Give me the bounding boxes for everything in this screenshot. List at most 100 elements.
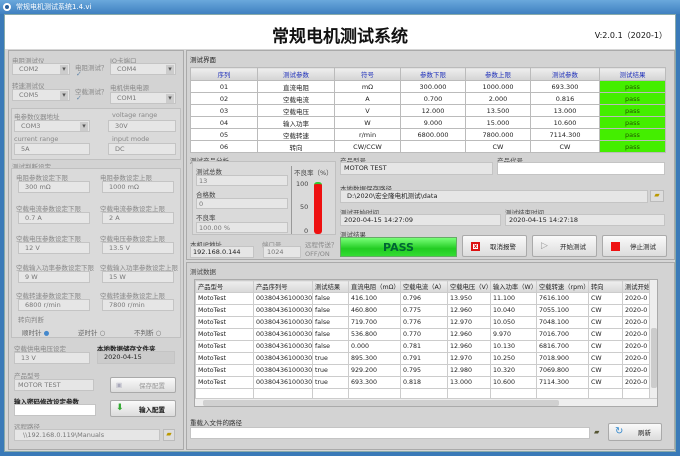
column-header[interactable]: 直流电阻（mΩ） bbox=[348, 280, 401, 293]
table-cell: pass bbox=[599, 140, 666, 153]
window-title: 常规电机测试系统1.4.vi bbox=[16, 3, 92, 11]
noload-test-checkbox[interactable]: ✓ bbox=[76, 94, 82, 102]
radio-cw[interactable]: 顺时针 ● bbox=[22, 327, 49, 337]
table-row[interactable]: MotoTest 003804361000306 false 536.800 0.770… bbox=[195, 328, 657, 341]
resist-test-checkbox[interactable]: ✓ bbox=[76, 70, 82, 78]
table-row[interactable]: MotoTest 003804361000306 false 719.700 0.776… bbox=[195, 316, 657, 329]
table-row[interactable]: MotoTest 003804361000306 true 693.300 0.818 1… bbox=[195, 376, 657, 389]
table-row[interactable]: MotoTest 003804361000306 false 416.100 0.796… bbox=[195, 292, 657, 305]
reload-path-field[interactable] bbox=[190, 427, 590, 439]
radio-ccw[interactable]: 逆时针 ○ bbox=[78, 327, 105, 337]
refresh-button[interactable]: ↻ 刷新 bbox=[608, 423, 662, 441]
table-row[interactable]: MotoTest 003804361000306 false 0.000 0.781 12… bbox=[195, 340, 657, 353]
column-header[interactable]: 空载电压（V） bbox=[447, 280, 491, 293]
input-mode-field[interactable]: DC bbox=[108, 143, 176, 155]
test-results-table: 序列 测试参数 符号 参数下限 参数上限 测试参数 测试结果 01 直流电阻 mΩ 300.000 1… bbox=[190, 67, 666, 153]
table-row[interactable]: MotoTest 003804361000306 false 460.800 0.775… bbox=[195, 304, 657, 317]
column-header[interactable]: 参数下限 bbox=[400, 67, 466, 81]
power-supply-select[interactable]: COM1 bbox=[110, 92, 176, 104]
column-header[interactable]: 测试参数 bbox=[530, 67, 600, 81]
limit-lower-field[interactable]: 0.7 A bbox=[18, 212, 90, 224]
table-cell: 9.970 bbox=[490, 328, 537, 341]
column-header[interactable]: 测试结果 bbox=[599, 67, 666, 81]
column-header[interactable]: 转向 bbox=[588, 280, 623, 293]
limit-upper-field[interactable]: 2 A bbox=[102, 212, 174, 224]
remote-toggle[interactable]: OFF/ON bbox=[305, 250, 330, 258]
stop-test-button[interactable]: 停止测试 bbox=[602, 235, 667, 257]
table-cell: 693.300 bbox=[348, 376, 401, 389]
folder-icon[interactable]: ▰ bbox=[650, 190, 664, 202]
password-input[interactable] bbox=[14, 404, 96, 416]
table-cell: 003804361000306 bbox=[253, 316, 313, 329]
save-config-button[interactable]: ▣ 保存配置 bbox=[110, 377, 176, 393]
table-cell: 空载转速 bbox=[257, 128, 335, 141]
ip-field[interactable]: 192.168.0.144 bbox=[190, 246, 254, 258]
limit-lower-field[interactable]: 9 W bbox=[18, 271, 90, 283]
model-field[interactable]: MOTOR TEST bbox=[340, 162, 493, 175]
product-model-field[interactable]: MOTOR TEST bbox=[14, 379, 94, 391]
column-header[interactable]: 空载转速（rpm） bbox=[536, 280, 589, 293]
cancel-alarm-button[interactable]: x 取消报警 bbox=[462, 235, 527, 257]
table-cell: 0.775 bbox=[400, 304, 448, 317]
table-cell: 9.000 bbox=[400, 116, 466, 129]
current-range-field[interactable]: 5A bbox=[14, 143, 90, 155]
start-test-button[interactable]: ▷ 开始测试 bbox=[532, 235, 597, 257]
column-header[interactable]: 产品型号 bbox=[195, 280, 254, 293]
limit-upper-field[interactable]: 13.5 V bbox=[102, 242, 174, 254]
header: 常规电机测试系统 V:2.0.1（2020-1） bbox=[5, 15, 675, 49]
column-header[interactable]: 参数上限 bbox=[465, 67, 531, 81]
voltage-range-field[interactable]: 30V bbox=[108, 120, 176, 132]
voltage-range-label: voltage range bbox=[112, 111, 158, 119]
window-titlebar: 常规电机测试系统1.4.vi bbox=[0, 0, 680, 14]
gauge-tick: 100 bbox=[296, 180, 309, 188]
table-cell: pass bbox=[599, 80, 666, 93]
remote-path-field[interactable]: \\192.168.0.119\Manuals bbox=[14, 429, 160, 441]
horizontal-scrollbar[interactable] bbox=[195, 398, 657, 406]
table-cell: false bbox=[312, 304, 349, 317]
table-cell: 12.960 bbox=[447, 328, 491, 341]
save-path-field[interactable]: D:\2020\宏全隆电机测试\data bbox=[340, 190, 648, 203]
folder-icon[interactable]: ▰ bbox=[163, 429, 175, 441]
resist-meter-select[interactable]: COM2 bbox=[12, 63, 70, 75]
direction-label: 转向判断 bbox=[18, 316, 44, 324]
table-cell: CW bbox=[530, 140, 600, 153]
supply-voltage-field[interactable]: 13 V bbox=[14, 352, 90, 364]
table-cell: 11.100 bbox=[490, 292, 537, 305]
column-header[interactable]: 输入功率（W） bbox=[490, 280, 537, 293]
limit-lower-field[interactable]: 6800 r/min bbox=[18, 299, 90, 311]
limit-upper-field[interactable]: 7800 r/min bbox=[102, 299, 174, 311]
input-mode-label: input mode bbox=[112, 135, 150, 143]
table-row[interactable]: MotoTest 003804361000306 true 895.300 0.791 1… bbox=[195, 352, 657, 365]
gauge-fill bbox=[314, 182, 322, 234]
table-cell: MotoTest bbox=[195, 340, 254, 353]
column-header[interactable]: 测试参数 bbox=[257, 67, 335, 81]
table-cell: pass bbox=[599, 104, 666, 117]
load-config-button[interactable]: ⬇ 输入配置 bbox=[110, 400, 176, 417]
table-cell: 7616.100 bbox=[536, 292, 589, 305]
column-header[interactable]: 空载电流（A） bbox=[400, 280, 448, 293]
limit-upper-field[interactable]: 15 W bbox=[102, 271, 174, 283]
column-header[interactable]: 测试结果 bbox=[312, 280, 349, 293]
speed-meter-select[interactable]: COM5 bbox=[12, 89, 70, 101]
limit-lower-field[interactable]: 300 mΩ bbox=[18, 181, 90, 193]
alarm-x-icon: x bbox=[471, 242, 480, 251]
table-cell: MotoTest bbox=[195, 316, 254, 329]
io-port-select[interactable]: COM4 bbox=[110, 63, 176, 75]
port-field[interactable]: 1024 bbox=[263, 246, 301, 258]
limit-lower-field[interactable]: 12 V bbox=[18, 242, 90, 254]
radio-none[interactable]: 不判断 ○ bbox=[134, 327, 161, 337]
vertical-scrollbar[interactable] bbox=[649, 280, 657, 398]
table-cell: CW bbox=[588, 364, 623, 377]
table-cell: 13.000 bbox=[530, 104, 600, 117]
data-title: 测试数据 bbox=[190, 268, 216, 276]
power-meter-addr-select[interactable]: COM3 bbox=[14, 120, 90, 132]
table-row[interactable]: MotoTest 003804361000306 true 929.200 0.795 1… bbox=[195, 364, 657, 377]
column-header[interactable]: 产品序列号 bbox=[253, 280, 313, 293]
column-header[interactable]: 序列 bbox=[190, 67, 258, 81]
code-field[interactable] bbox=[497, 162, 665, 175]
folder-icon[interactable]: ▰ bbox=[594, 428, 599, 436]
limit-upper-field[interactable]: 1000 mΩ bbox=[102, 181, 174, 193]
column-header[interactable]: 符号 bbox=[334, 67, 401, 81]
table-cell: 929.200 bbox=[348, 364, 401, 377]
table-cell: 12.960 bbox=[447, 304, 491, 317]
